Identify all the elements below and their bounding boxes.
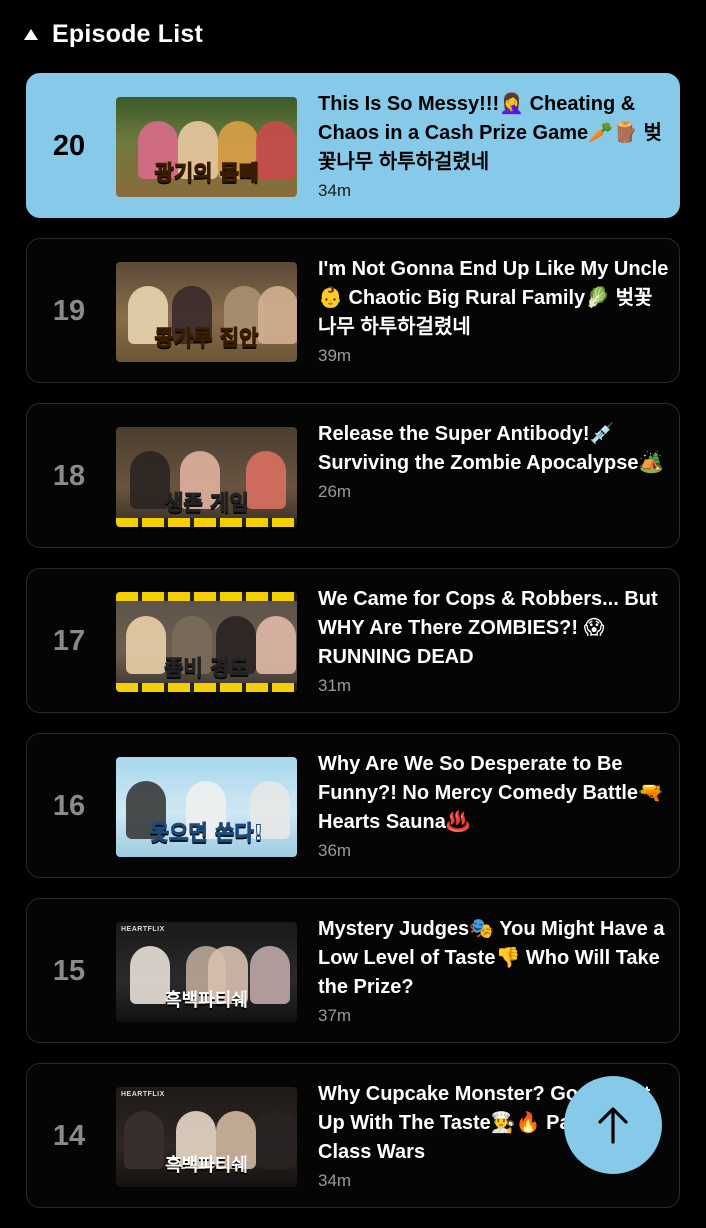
episode-list-header[interactable]: Episode List — [24, 14, 203, 54]
thumbnail-caption: 웃으면 쏜다! — [149, 821, 264, 846]
episode-card[interactable]: 15 HEARTFLIX 흑백파티쉐 Mystery Judges🎭 You M… — [26, 898, 680, 1043]
episode-list: 20 광기의 몸빼 This Is So Messy!!!🤦‍♀️ Cheati… — [26, 73, 680, 1228]
thumbnail-caption: 흑백파티쉐 — [165, 990, 248, 1011]
episode-duration: 31m — [318, 676, 352, 695]
episode-number: 18 — [52, 460, 86, 492]
scroll-to-top-button[interactable] — [564, 1076, 662, 1174]
thumbnail-brand: HEARTFLIX — [121, 926, 165, 933]
episode-title[interactable]: I'm Not Gonna End Up Like My Uncle👶 Chao… — [318, 255, 670, 342]
episode-card[interactable]: 18 생존 게임 Release the Super Antibody!💉 Su… — [26, 403, 680, 548]
episode-thumbnail[interactable]: 광기의 몸빼 — [116, 97, 297, 197]
episode-number: 14 — [52, 1120, 86, 1152]
episode-thumbnail[interactable]: 좀비 경도 — [116, 592, 297, 692]
episode-title[interactable]: We Came for Cops & Robbers... But WHY Ar… — [318, 585, 670, 672]
episode-thumbnail[interactable]: 콩가루 집안 — [116, 262, 297, 362]
episode-thumbnail[interactable]: 생존 게임 — [116, 427, 297, 527]
thumbnail-brand: HEARTFLIX — [121, 1091, 165, 1098]
episode-number: 19 — [52, 295, 86, 327]
episode-duration: 34m — [318, 1171, 352, 1190]
arrow-up-icon — [598, 1107, 628, 1144]
episode-number: 16 — [52, 790, 86, 822]
episode-card[interactable]: 20 광기의 몸빼 This Is So Messy!!!🤦‍♀️ Cheati… — [26, 73, 680, 218]
caret-up-icon[interactable] — [24, 28, 38, 40]
thumbnail-caption: 콩가루 집안 — [154, 326, 259, 351]
episode-number: 17 — [52, 625, 86, 657]
episode-duration: 37m — [318, 1006, 352, 1025]
thumbnail-caption: 흑백파티쉐 — [165, 1155, 248, 1176]
page-title: Episode List — [52, 19, 204, 48]
thumbnail-caption: 광기의 몸빼 — [154, 161, 259, 186]
thumbnail-caption: 생존 게임 — [164, 491, 250, 516]
episode-title[interactable]: This Is So Messy!!!🤦‍♀️ Cheating & Chaos… — [318, 90, 670, 177]
episode-title[interactable]: Release the Super Antibody!💉 Surviving t… — [318, 420, 670, 478]
episode-duration: 34m — [318, 181, 352, 200]
episode-thumbnail[interactable]: HEARTFLIX 흑백파티쉐 — [116, 922, 297, 1022]
episode-card[interactable]: 16 웃으면 쏜다! Why Are We So Desperate to Be… — [26, 733, 680, 878]
episode-title[interactable]: Why Are We So Desperate to Be Funny?! No… — [318, 750, 670, 837]
episode-number: 15 — [52, 955, 86, 987]
thumbnail-caption: 좀비 경도 — [164, 656, 250, 681]
episode-card[interactable]: 19 콩가루 집안 I'm Not Gonna End Up Like My U… — [26, 238, 680, 383]
episode-duration: 26m — [318, 482, 352, 501]
episode-card[interactable]: 17 좀비 경도 We Came for Cops & Robbers... B… — [26, 568, 680, 713]
episode-thumbnail[interactable]: HEARTFLIX 흑백파티쉐 — [116, 1087, 297, 1187]
episode-title[interactable]: Mystery Judges🎭 You Might Have a Low Lev… — [318, 915, 670, 1002]
episode-duration: 39m — [318, 346, 352, 365]
episode-number: 20 — [52, 130, 86, 162]
episode-duration: 36m — [318, 841, 352, 860]
episode-thumbnail[interactable]: 웃으면 쏜다! — [116, 757, 297, 857]
